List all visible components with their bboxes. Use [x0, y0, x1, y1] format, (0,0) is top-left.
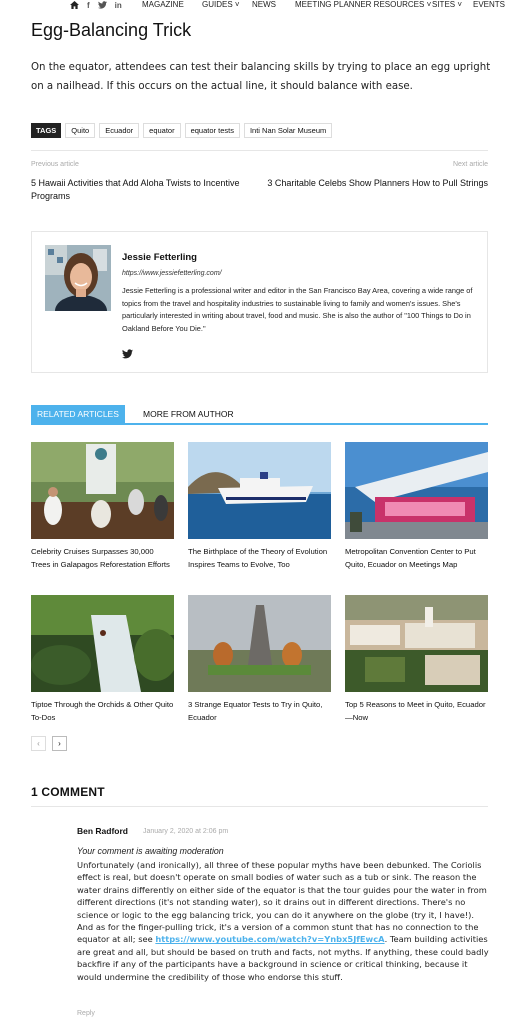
chevron-down-icon: ˅ — [232, 0, 240, 9]
card-title[interactable]: The Birthplace of the Theory of Evolutio… — [188, 546, 331, 571]
article-intro: On the equator, attendees can test their… — [31, 62, 491, 92]
author-website-link[interactable]: https://www.jessiefetterling.com/ — [122, 270, 222, 277]
card-image[interactable] — [188, 595, 331, 692]
chevron-down-icon: ˅ — [455, 0, 463, 9]
divider — [31, 150, 488, 151]
card-image[interactable] — [188, 442, 331, 539]
card-image[interactable] — [31, 595, 174, 692]
related-pager: ‹ › — [31, 736, 67, 751]
comment-moderation-notice: Your comment is awaiting moderation — [77, 846, 224, 856]
comment-text: Unfortunately (and ironically), all thre… — [77, 860, 487, 945]
nav-meeting-planner-resources[interactable]: MEETING PLANNER RESOURCES ˅ — [295, 0, 431, 9]
nav-magazine[interactable]: MAGAZINE — [142, 0, 184, 9]
tab-more-from-author[interactable]: MORE FROM AUTHOR — [143, 409, 234, 419]
card-title[interactable]: Metropolitan Convention Center to Put Qu… — [345, 546, 488, 571]
comments-heading: 1 COMMENT — [31, 785, 105, 799]
nav-guides-label: GUIDES — [202, 0, 233, 9]
facebook-icon[interactable]: f — [87, 1, 90, 11]
nav-events[interactable]: EVENTS — [473, 0, 505, 9]
twitter-icon[interactable] — [122, 346, 134, 359]
previous-article-label: Previous article — [31, 161, 79, 168]
card-title[interactable]: Celebrity Cruises Surpasses 30,000 Trees… — [31, 546, 174, 571]
tags-label: TAGS — [31, 123, 62, 138]
related-card[interactable]: 3 Strange Equator Tests to Try in Quito,… — [188, 595, 331, 724]
nav-news[interactable]: NEWS — [252, 0, 276, 9]
pager-prev-button[interactable]: ‹ — [31, 736, 46, 751]
related-card[interactable]: Tiptoe Through the Orchids & Other Quito… — [31, 595, 174, 724]
card-title[interactable]: Top 5 Reasons to Meet in Quito, Ecuador—… — [345, 699, 488, 724]
related-card[interactable]: Metropolitan Convention Center to Put Qu… — [345, 442, 488, 571]
card-image[interactable] — [345, 442, 488, 539]
tag-equator[interactable]: equator — [143, 123, 181, 138]
linkedin-icon[interactable]: in — [115, 1, 122, 11]
tag-equator-tests[interactable]: equator tests — [184, 123, 240, 138]
twitter-icon[interactable] — [97, 1, 107, 11]
article-title: Egg-Balancing Trick — [31, 20, 192, 40]
reply-link[interactable]: Reply — [77, 1010, 95, 1017]
next-article-label: Next article — [452, 161, 488, 168]
author-box: Jessie Fetterling https://www.jessiefett… — [31, 231, 488, 373]
tag-list: TAGS Quito Ecuador equator equator tests… — [31, 123, 333, 138]
related-tabs: RELATED ARTICLES MORE FROM AUTHOR — [31, 405, 488, 425]
nav-guides[interactable]: GUIDES ˅ — [202, 0, 240, 9]
nav-icons: f in — [70, 1, 122, 11]
card-image[interactable] — [345, 595, 488, 692]
pager-next-button[interactable]: › — [52, 736, 67, 751]
tag-ecuador[interactable]: Ecuador — [99, 123, 140, 138]
nav-sites[interactable]: SITES ˅ — [432, 0, 462, 9]
related-card[interactable]: Top 5 Reasons to Meet in Quito, Ecuador—… — [345, 595, 488, 724]
author-bio: Jessie Fetterling is a professional writ… — [122, 286, 473, 333]
comment-youtube-link[interactable]: https://www.youtube.com/watch?v=Ynbx5JfE… — [155, 934, 384, 944]
related-card[interactable]: The Birthplace of the Theory of Evolutio… — [188, 442, 331, 571]
card-title[interactable]: Tiptoe Through the Orchids & Other Quito… — [31, 699, 174, 724]
next-article-link[interactable]: 3 Charitable Celebs Show Planners How to… — [258, 177, 488, 190]
comment-date[interactable]: January 2, 2020 at 2:06 pm — [143, 828, 228, 835]
card-image[interactable] — [31, 442, 174, 539]
author-name[interactable]: Jessie Fetterling — [122, 252, 197, 263]
nav-mpr-label: MEETING PLANNER RESOURCES — [295, 0, 425, 9]
tag-inti-nan-solar-museum[interactable]: Inti Nan Solar Museum — [243, 123, 333, 138]
tab-related-articles[interactable]: RELATED ARTICLES — [31, 405, 125, 423]
top-navigation: f in MAGAZINE GUIDES ˅ NEWS MEETING PLAN… — [0, 0, 519, 12]
comment-body: Unfortunately (and ironically), all thre… — [77, 859, 489, 983]
chevron-down-icon: ˅ — [424, 0, 432, 9]
comment-author: Ben Radford — [77, 826, 128, 836]
author-avatar[interactable] — [45, 245, 111, 311]
related-card[interactable]: Celebrity Cruises Surpasses 30,000 Trees… — [31, 442, 174, 571]
card-title[interactable]: 3 Strange Equator Tests to Try in Quito,… — [188, 699, 331, 724]
nav-sites-label: SITES — [432, 0, 456, 9]
divider — [31, 806, 488, 807]
home-icon[interactable] — [70, 1, 79, 11]
tag-quito[interactable]: Quito — [65, 123, 96, 138]
previous-article-link[interactable]: 5 Hawaii Activities that Add Aloha Twist… — [31, 177, 241, 203]
